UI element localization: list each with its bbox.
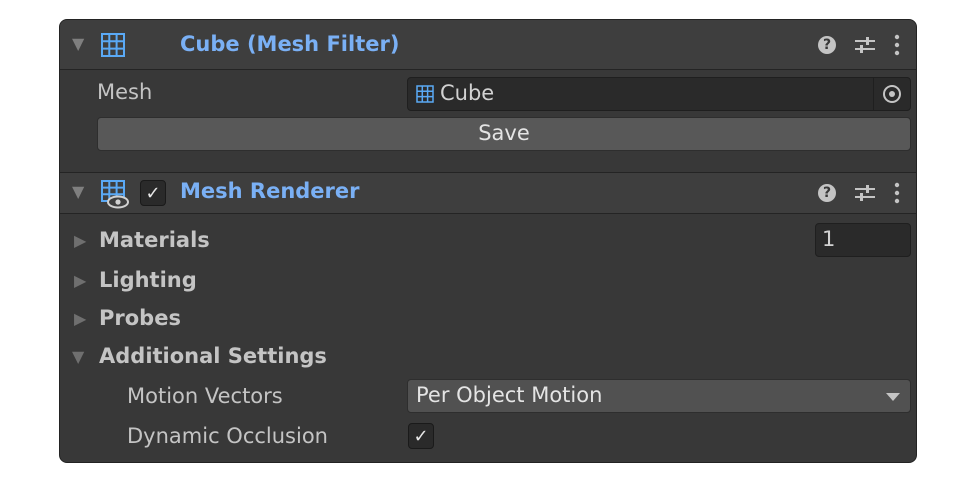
foldout-expanded-icon[interactable]: ▼ [72,347,84,366]
mesh-renderer-title: Mesh Renderer [180,179,360,203]
mesh-object-field[interactable]: Cube [407,77,911,111]
foldout-expanded-icon[interactable]: ▼ [72,182,84,201]
mesh-renderer-icon [101,180,129,209]
object-picker-button[interactable] [873,78,910,110]
inspector-panel: ▼ Cube (Mesh Filter) ? Mesh Cube Save ▼ … [59,19,917,463]
save-button[interactable]: Save [97,117,911,151]
dynamic-occlusion-label: Dynamic Occlusion [127,424,328,448]
materials-foldout[interactable]: Materials [99,228,210,252]
mesh-label: Mesh [97,80,153,104]
header-buttons: ? [818,20,900,69]
mesh-grid-icon [101,33,125,57]
materials-count-field[interactable]: 1 [815,223,911,257]
motion-vectors-value: Per Object Motion [416,383,603,407]
object-picker-icon [883,85,901,103]
kebab-menu-icon[interactable] [894,34,900,56]
foldout-collapsed-icon[interactable]: ▶ [74,231,86,250]
chevron-down-icon [886,393,900,401]
motion-vectors-dropdown[interactable]: Per Object Motion [407,379,911,413]
mesh-value: Cube [440,81,495,105]
foldout-collapsed-icon[interactable]: ▶ [74,309,86,328]
additional-settings-foldout[interactable]: Additional Settings [99,344,327,368]
foldout-collapsed-icon[interactable]: ▶ [74,271,86,290]
mesh-renderer-header[interactable]: ▼ ✓ Mesh Renderer ? [60,172,916,214]
foldout-expanded-icon[interactable]: ▼ [72,34,84,53]
mesh-filter-header[interactable]: ▼ Cube (Mesh Filter) ? [60,20,916,70]
help-icon[interactable]: ? [818,184,836,202]
kebab-menu-icon[interactable] [894,182,900,204]
help-icon[interactable]: ? [818,35,836,54]
motion-vectors-label: Motion Vectors [127,384,283,408]
header-buttons: ? [818,173,900,213]
lighting-foldout[interactable]: Lighting [99,268,197,292]
presets-sliders-icon[interactable] [854,35,876,55]
probes-foldout[interactable]: Probes [99,306,181,330]
dynamic-occlusion-checkbox[interactable]: ✓ [408,423,434,449]
mesh-grid-icon [416,85,434,103]
renderer-enabled-checkbox[interactable]: ✓ [140,180,166,206]
mesh-filter-title: Cube (Mesh Filter) [180,32,400,56]
presets-sliders-icon[interactable] [854,183,876,203]
